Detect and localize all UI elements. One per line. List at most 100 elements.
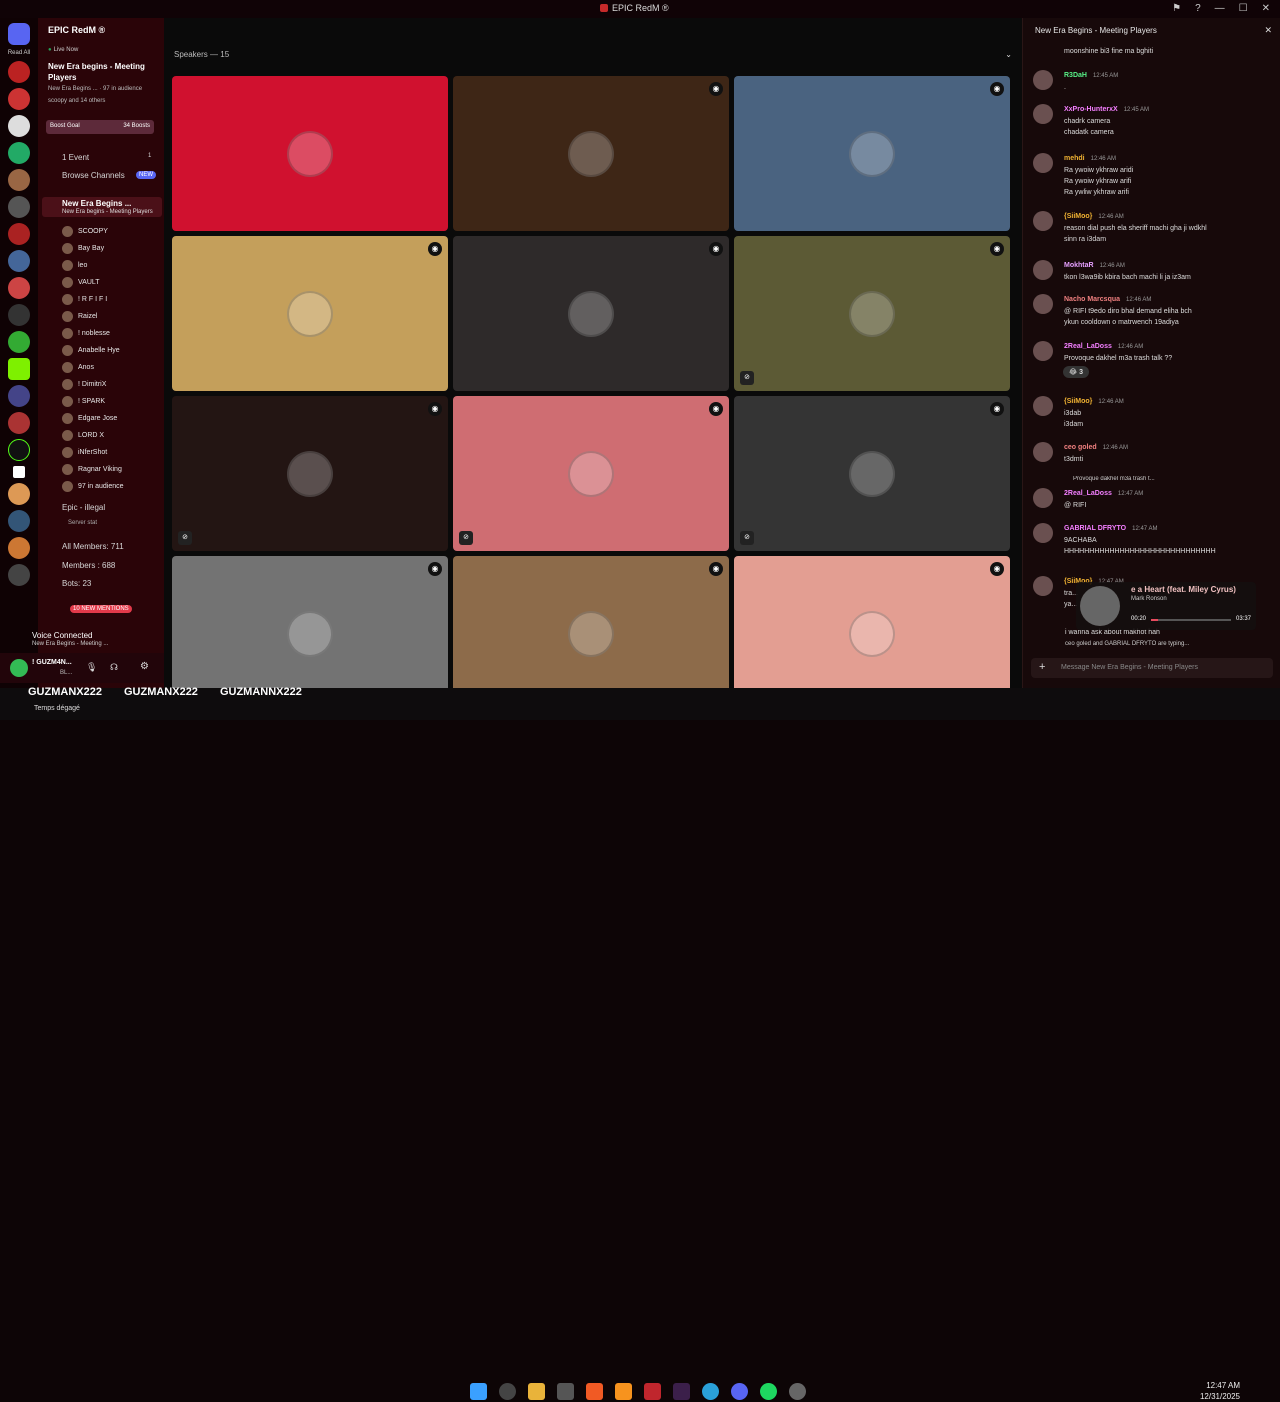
server-icon[interactable]	[8, 196, 30, 218]
server-icon[interactable]	[8, 537, 30, 559]
speaker-tile[interactable]: ◉ ⊘	[453, 396, 729, 551]
voice-member[interactable]: ! R F I F I	[62, 292, 162, 307]
server-icon[interactable]	[8, 88, 30, 110]
avatar[interactable]	[1033, 442, 1053, 462]
voice-member[interactable]: ! noblesse	[62, 326, 162, 341]
collapse-icon[interactable]: ⌄	[1005, 50, 1012, 59]
server-icon[interactable]	[8, 304, 30, 326]
avatar[interactable]	[1033, 104, 1053, 124]
voice-member[interactable]: Anabelle Hye	[62, 343, 162, 358]
avatar[interactable]	[1033, 153, 1053, 173]
file-explorer-icon[interactable]	[528, 1383, 545, 1400]
speaker-tile[interactable]: ◉ ⊘	[734, 396, 1010, 551]
search-icon[interactable]	[499, 1383, 516, 1400]
help-icon[interactable]: ?	[1195, 3, 1201, 14]
server-icon[interactable]	[8, 412, 30, 434]
speaker-tile[interactable]	[172, 76, 448, 231]
server-icon[interactable]	[8, 115, 30, 137]
app-icon[interactable]	[644, 1383, 661, 1400]
voice-member[interactable]: ! SPARK	[62, 394, 162, 409]
message-author[interactable]: R3DaH 12:45 AM	[1064, 70, 1118, 82]
new-mentions-badge[interactable]: 10 NEW MENTIONS	[70, 605, 132, 613]
speaker-tile[interactable]: ◉	[734, 76, 1010, 231]
avatar[interactable]	[1033, 341, 1053, 361]
progress-bar[interactable]	[1151, 619, 1231, 621]
user-avatar[interactable]	[10, 659, 28, 677]
message-author[interactable]: GABRIAL DFRYTO 12:47 AM	[1064, 523, 1157, 535]
speaker-tile[interactable]: ◉	[453, 76, 729, 231]
start-icon[interactable]	[470, 1383, 487, 1400]
voice-channel[interactable]: New Era Begins ... New Era begins - Meet…	[42, 197, 162, 217]
server-icon[interactable]	[8, 439, 30, 461]
server-icon[interactable]	[8, 223, 30, 245]
stat-bots[interactable]: Bots: 23	[62, 579, 91, 588]
brave-icon[interactable]	[586, 1383, 603, 1400]
voice-connected[interactable]: Voice Connected	[32, 631, 93, 640]
server-icon[interactable]	[8, 385, 30, 407]
message-author[interactable]: mehdi 12:46 AM	[1064, 153, 1116, 165]
avatar[interactable]	[1033, 294, 1053, 314]
voice-member[interactable]: Bay Bay	[62, 241, 162, 256]
voice-member[interactable]: Raizel	[62, 309, 162, 324]
server-icon[interactable]	[8, 564, 30, 586]
channel-epic-illegal[interactable]: Epic - illegal	[62, 503, 105, 512]
stat-all-members[interactable]: All Members: 711	[62, 542, 124, 551]
server-icon[interactable]	[8, 142, 30, 164]
voice-member[interactable]: Anos	[62, 360, 162, 375]
music-player[interactable]: e a Heart (feat. Miley Cyrus) Mark Ronso…	[1076, 582, 1256, 630]
server-icon[interactable]	[8, 510, 30, 532]
minimize-button[interactable]: —	[1215, 3, 1225, 14]
spotify-icon[interactable]	[760, 1383, 777, 1400]
inbox-icon[interactable]: ⚑	[1172, 3, 1181, 14]
message-author[interactable]: {SiiMoo} 12:46 AM	[1064, 396, 1124, 408]
events-item[interactable]: 1 Event	[62, 153, 89, 162]
app-icon[interactable]	[673, 1383, 690, 1400]
speaker-tile[interactable]: ◉ ⊘	[734, 236, 1010, 391]
speaker-tile[interactable]: ◉	[453, 236, 729, 391]
message-author[interactable]: ceo goled 12:46 AM	[1064, 442, 1128, 454]
speaker-tile[interactable]: ◉	[172, 236, 448, 391]
voice-member[interactable]: leo	[62, 258, 162, 273]
voice-member[interactable]: Edgare Jose	[62, 411, 162, 426]
read-all[interactable]: Read All	[0, 50, 38, 56]
message-author[interactable]: MokhtaR 12:46 AM	[1064, 260, 1125, 272]
app-icon[interactable]	[789, 1383, 806, 1400]
reply-preview[interactable]: Provoque dakhel m3a trash t...	[1073, 476, 1273, 482]
voice-member[interactable]: SCOOPY	[62, 224, 162, 239]
voice-member[interactable]: VAULT	[62, 275, 162, 290]
server-icon[interactable]	[13, 466, 25, 478]
close-chat-icon[interactable]: ✕	[1264, 25, 1272, 36]
voice-member[interactable]: LORD X	[62, 428, 162, 443]
server-icon[interactable]	[8, 358, 30, 380]
server-icon[interactable]	[8, 277, 30, 299]
speaker-tile[interactable]: ◉ ⊘	[172, 396, 448, 551]
avatar[interactable]	[1033, 396, 1053, 416]
settings-icon[interactable]: ⚙	[140, 661, 149, 672]
message-input[interactable]: + Message New Era Begins - Meeting Playe…	[1031, 658, 1273, 678]
system-clock[interactable]: 12:47 AM 12/31/2025	[1200, 1380, 1240, 1402]
avatar[interactable]	[1033, 523, 1053, 543]
message-author[interactable]: 2Real_LaDoss 12:46 AM	[1064, 341, 1143, 353]
avatar[interactable]	[1033, 260, 1053, 280]
server-icon[interactable]	[8, 61, 30, 83]
server-name[interactable]: EPIC RedM ®	[48, 25, 105, 35]
category-server-stat[interactable]: Server stat	[68, 520, 97, 526]
server-icon[interactable]	[8, 331, 30, 353]
message-author[interactable]: Nacho Marcsqua 12:46 AM	[1064, 294, 1151, 306]
boost-goal[interactable]: Boost Goal 34 Boosts	[46, 120, 154, 134]
app-icon[interactable]	[615, 1383, 632, 1400]
message-author[interactable]: 2Real_LaDoss 12:47 AM	[1064, 488, 1143, 500]
telegram-icon[interactable]	[702, 1383, 719, 1400]
add-icon[interactable]: +	[1039, 661, 1045, 673]
voice-member[interactable]: ! DimitriX	[62, 377, 162, 392]
avatar[interactable]	[1033, 211, 1053, 231]
discord-icon[interactable]	[731, 1383, 748, 1400]
reaction-badge[interactable]: 😂 3	[1063, 366, 1090, 378]
server-icon[interactable]	[8, 483, 30, 505]
close-button[interactable]: ✕	[1262, 3, 1270, 14]
voice-member[interactable]: Ragnar Viking	[62, 462, 162, 477]
voice-member[interactable]: 97 in audience	[62, 479, 162, 494]
stat-members[interactable]: Members : 688	[62, 561, 115, 570]
avatar[interactable]	[1033, 576, 1053, 596]
home-icon[interactable]	[8, 23, 30, 45]
